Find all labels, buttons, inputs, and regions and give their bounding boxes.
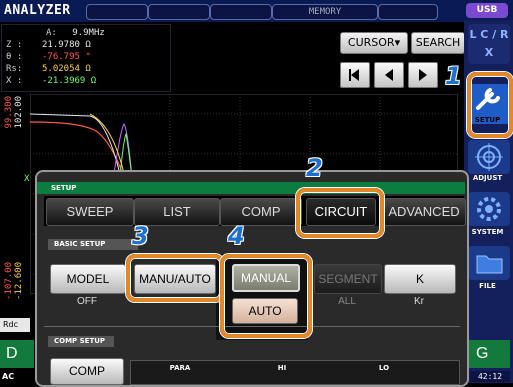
callout-2: 2 xyxy=(306,154,323,182)
header-slot-1 xyxy=(86,4,148,20)
setup-panel-header: SETUP xyxy=(37,182,465,194)
readout-z-value: 21.9780 Ω xyxy=(42,40,91,50)
comp-button[interactable]: COMP xyxy=(50,358,124,385)
model-button[interactable]: MODEL xyxy=(50,264,126,294)
highlight-manual-auto xyxy=(220,254,312,338)
target-icon xyxy=(475,143,503,171)
left-d-button[interactable]: D xyxy=(0,340,34,368)
segment-button[interactable]: SEGMENT xyxy=(314,264,382,294)
tab-advanced[interactable]: ADVANCED xyxy=(382,198,466,226)
header-slot-5 xyxy=(378,4,438,20)
system-button[interactable] xyxy=(468,192,510,226)
readout-theta-value: -76.795 ° xyxy=(42,52,91,62)
k-button[interactable]: K xyxy=(384,264,456,294)
comp-table-header-hi: HI xyxy=(277,364,287,372)
readout-label: Rs: xyxy=(6,64,23,74)
adjust-button[interactable] xyxy=(468,140,510,174)
prev-button[interactable] xyxy=(374,62,404,88)
comp-table-header-para: PARA xyxy=(169,364,191,372)
right-g-button[interactable]: G xyxy=(466,340,510,368)
axis-top-a: 99.300 xyxy=(4,96,14,129)
usb-indicator: USB xyxy=(466,3,508,18)
first-button[interactable] xyxy=(340,62,370,88)
measurement-readout: A: 9.9MHz Z : 21.9780 Ω θ : -76.795 ° Rs… xyxy=(1,24,171,92)
comp-setup-label: COMP SETUP xyxy=(48,336,114,347)
adjust-label: ADJUST xyxy=(472,174,503,182)
rdc-button[interactable]: Rdc xyxy=(0,318,30,332)
callout-4: 4 xyxy=(228,222,245,250)
header-slot-2 xyxy=(148,4,210,20)
comp-table-header-lo: LO xyxy=(378,364,390,372)
system-label: SYSTEM xyxy=(471,228,504,236)
lcrx-icon[interactable]: L C / R X xyxy=(468,24,510,64)
cursor-button[interactable]: CURSOR▾ xyxy=(340,32,408,54)
clock: 42:12 xyxy=(470,371,510,382)
file-button[interactable] xyxy=(468,246,510,280)
axis-bottom-b: -12.600 xyxy=(14,262,24,300)
basic-setup-label: BASIC SETUP xyxy=(48,239,138,250)
readout-label: θ : xyxy=(6,52,23,62)
gear-icon xyxy=(477,197,501,221)
skip-back-icon xyxy=(349,69,359,81)
ac-label: AC xyxy=(2,372,15,381)
freq-label: A: xyxy=(46,28,57,38)
readout-rs-value: 5.02054 Ω xyxy=(42,64,91,74)
axis-x-label: X xyxy=(24,174,30,184)
axis-top-b: 102.00 xyxy=(14,96,24,129)
app-title: ANALYZER xyxy=(4,3,71,18)
file-label: FILE xyxy=(479,282,496,290)
readout-label: Z : xyxy=(6,40,23,50)
search-button[interactable]: SEARCH xyxy=(411,32,465,54)
readout-x-value: -21.3969 Ω xyxy=(42,76,97,86)
callout-1: 1 xyxy=(445,62,462,90)
step-back-icon xyxy=(385,69,393,81)
model-value: OFF xyxy=(77,296,97,307)
highlight-circuit xyxy=(296,188,384,238)
highlight-manu-auto xyxy=(126,254,224,302)
memory-indicator: MEMORY xyxy=(272,4,378,20)
header-slot-3 xyxy=(210,4,272,20)
freq-value: 9.9MHz xyxy=(72,28,105,38)
folder-icon xyxy=(476,255,503,274)
k-value: Kr xyxy=(414,296,424,307)
step-forward-icon xyxy=(419,69,427,81)
axis-bottom-a: -107.00 xyxy=(4,262,14,300)
segment-value: ALL xyxy=(338,296,356,307)
highlight-setup xyxy=(467,72,513,138)
readout-label: X : xyxy=(6,76,23,86)
tab-sweep[interactable]: SWEEP xyxy=(46,198,134,226)
next-button[interactable] xyxy=(408,62,438,88)
callout-3: 3 xyxy=(132,222,149,250)
